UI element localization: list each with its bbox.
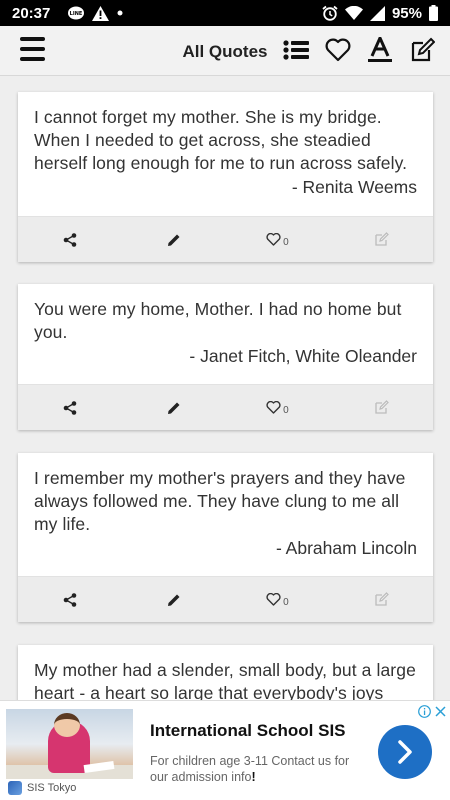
app-bar: All Quotes xyxy=(0,26,450,76)
edit-quote-button[interactable] xyxy=(122,217,226,262)
quote-author: - Abraham Lincoln xyxy=(275,538,417,558)
quote-text: I cannot forget my mother. She is my bri… xyxy=(34,107,408,173)
edit-disabled-icon xyxy=(374,592,389,606)
list-icon[interactable] xyxy=(282,36,310,64)
share-icon xyxy=(63,232,77,247)
like-count: 0 xyxy=(283,237,289,248)
edit-quote-button[interactable] xyxy=(122,577,226,622)
svg-text:LINE: LINE xyxy=(70,11,83,17)
quote-actions: 0 xyxy=(18,216,433,262)
like-button[interactable]: 0 xyxy=(226,385,330,430)
ad-source: SIS Tokyo xyxy=(8,781,76,795)
quote-text: You were my home, Mother. I had no home … xyxy=(34,299,402,342)
edit-disabled-icon xyxy=(374,232,389,246)
font-icon[interactable] xyxy=(366,36,394,64)
ad-source-label: SIS Tokyo xyxy=(27,782,77,794)
quote-actions: 0 xyxy=(18,384,433,430)
share-icon xyxy=(63,592,77,607)
share-button[interactable] xyxy=(18,385,122,430)
like-button[interactable]: 0 xyxy=(226,577,330,622)
ad-description: For children age 3-11 Contact us for our… xyxy=(150,754,350,784)
wifi-icon xyxy=(344,6,363,20)
heart-outline-icon xyxy=(266,401,281,414)
signal-icon xyxy=(369,5,385,21)
heart-outline-icon xyxy=(266,593,281,606)
like-count: 0 xyxy=(283,597,289,608)
chevron-right-icon xyxy=(398,740,412,764)
status-bar: 20:37 LINE 95% xyxy=(0,0,450,26)
ad-banner[interactable]: International School SIS For children ag… xyxy=(0,700,450,800)
pencil-icon xyxy=(167,402,180,414)
ad-title[interactable]: International School SIS xyxy=(150,721,346,741)
ad-image[interactable] xyxy=(6,709,133,779)
like-button[interactable]: 0 xyxy=(226,217,330,262)
quote-card: You were my home, Mother. I had no home … xyxy=(18,284,433,430)
close-icon xyxy=(435,706,446,717)
alarm-icon xyxy=(322,5,338,21)
battery-icon xyxy=(429,5,438,21)
share-icon xyxy=(63,400,77,415)
quote-actions: 0 xyxy=(18,576,433,622)
edit-icon[interactable] xyxy=(408,36,436,64)
sis-logo-icon xyxy=(8,781,22,795)
quote-text: I remember my mother's prayers and they … xyxy=(34,468,406,534)
quote-card: I cannot forget my mother. She is my bri… xyxy=(18,92,433,262)
quote-author: - Renita Weems xyxy=(291,177,417,197)
heart-icon[interactable] xyxy=(324,36,352,64)
quote-text: My mother had a slender, small body, but… xyxy=(34,660,416,700)
quote-list[interactable]: I cannot forget my mother. She is my bri… xyxy=(0,77,450,700)
line-icon: LINE xyxy=(68,6,85,21)
pencil-icon xyxy=(167,234,180,246)
quote-author: - Janet Fitch, White Oleander xyxy=(189,346,417,366)
share-button[interactable] xyxy=(18,217,122,262)
heart-outline-icon xyxy=(266,233,281,246)
edit-disabled-icon xyxy=(374,400,389,414)
copy-edit-button[interactable] xyxy=(329,577,433,622)
copy-edit-button[interactable] xyxy=(329,217,433,262)
share-button[interactable] xyxy=(18,577,122,622)
pencil-icon xyxy=(167,594,180,606)
ad-open-button[interactable] xyxy=(378,725,432,779)
info-icon xyxy=(418,705,431,718)
battery-percent: 95% xyxy=(391,4,422,22)
quote-card: My mother had a slender, small body, but… xyxy=(18,645,433,700)
quote-card: I remember my mother's prayers and they … xyxy=(18,453,433,622)
warning-icon xyxy=(92,5,110,21)
dot-icon xyxy=(117,10,123,16)
like-count: 0 xyxy=(283,405,289,416)
ad-choices[interactable] xyxy=(418,705,446,718)
copy-edit-button[interactable] xyxy=(329,385,433,430)
status-time: 20:37 xyxy=(12,4,51,22)
edit-quote-button[interactable] xyxy=(122,385,226,430)
